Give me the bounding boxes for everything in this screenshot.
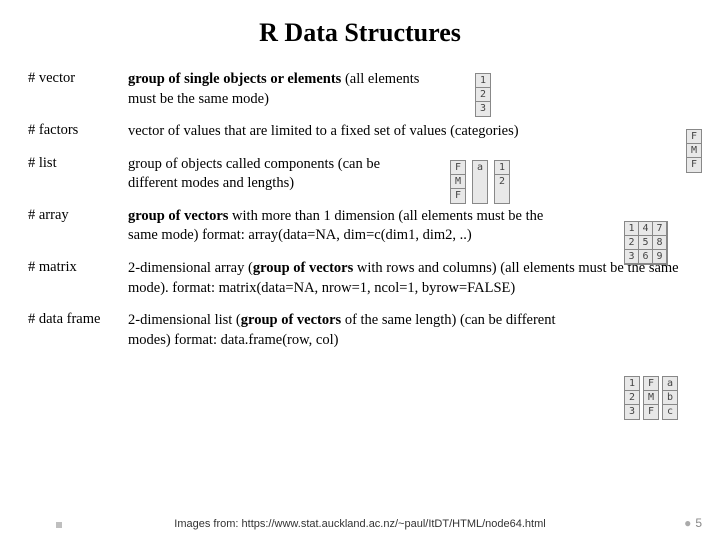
cell: 1 bbox=[476, 74, 490, 88]
row-matrix: # matrix 2-dimensional array (group of v… bbox=[28, 259, 692, 298]
desc-factors: vector of values that are limited to a f… bbox=[128, 122, 692, 142]
label-vector: # vector bbox=[28, 70, 128, 87]
diagram-array: 1 4 7 2 5 8 3 6 9 bbox=[624, 218, 668, 265]
row-vector: # vector group of single objects or elem… bbox=[28, 70, 692, 109]
vector-grid: 1 2 3 bbox=[475, 73, 491, 117]
row-dataframe: # data frame 2-dimensional list (group o… bbox=[28, 311, 692, 350]
cell: 2 bbox=[625, 236, 639, 250]
cell: c bbox=[663, 405, 677, 419]
row-factors: # factors vector of values that are limi… bbox=[28, 122, 692, 142]
diagram-list: F M F a 1 2 bbox=[450, 160, 510, 204]
desc-matrix: 2-dimensional array (group of vectors wi… bbox=[128, 259, 692, 298]
prefix-text: group of objects called components (can … bbox=[128, 156, 380, 192]
list-col2: a bbox=[472, 160, 488, 204]
label-array: # array bbox=[28, 207, 128, 224]
cell: b bbox=[663, 391, 677, 405]
cell: F bbox=[644, 377, 658, 391]
desc-list: group of objects called components (can … bbox=[128, 155, 408, 194]
row-list: # list group of objects called component… bbox=[28, 155, 692, 194]
row-array: # array group of vectors with more than … bbox=[28, 207, 692, 246]
list-col3: 1 2 bbox=[494, 160, 510, 204]
cell: 3 bbox=[625, 405, 639, 419]
prefix-text: 2-dimensional list ( bbox=[128, 312, 241, 328]
desc-dataframe: 2-dimensional list (group of vectors of … bbox=[128, 311, 568, 350]
page-title: R Data Structures bbox=[28, 18, 692, 48]
cell: F bbox=[687, 158, 701, 172]
cell: 8 bbox=[653, 236, 667, 250]
cell: F bbox=[687, 130, 701, 144]
cell: 1 bbox=[625, 377, 639, 391]
factor-grid: F M F bbox=[686, 129, 702, 173]
page-num-value: 5 bbox=[695, 516, 702, 530]
cell: 4 bbox=[639, 222, 653, 236]
prefix-text: 2-dimensional array ( bbox=[128, 260, 253, 276]
cell: F bbox=[644, 405, 658, 419]
df-col3: a b c bbox=[662, 376, 678, 420]
label-matrix: # matrix bbox=[28, 259, 128, 276]
label-factors: # factors bbox=[28, 122, 128, 139]
label-list: # list bbox=[28, 155, 128, 172]
bold-text: group of vectors bbox=[128, 208, 228, 224]
cell: 7 bbox=[653, 222, 667, 236]
df-col2: F M F bbox=[643, 376, 659, 420]
cell: 5 bbox=[639, 236, 653, 250]
dot-icon: ● bbox=[684, 516, 691, 530]
cell: M bbox=[451, 175, 465, 189]
desc-vector: group of single objects or elements (all… bbox=[128, 70, 428, 109]
cell: M bbox=[687, 144, 701, 158]
bold-text: group of single objects or elements bbox=[128, 71, 341, 87]
diagram-factors: F M F bbox=[686, 126, 702, 173]
cell: 6 bbox=[639, 250, 653, 264]
diagram-vector: 1 2 3 bbox=[475, 70, 491, 117]
cell: F bbox=[451, 161, 465, 175]
diagram-dataframe: 1 2 3 F M F a b c bbox=[624, 376, 678, 420]
desc-array: group of vectors with more than 1 dimens… bbox=[128, 207, 548, 246]
bold-text: group of vectors bbox=[241, 312, 341, 328]
cell: F bbox=[451, 189, 465, 203]
list-cols: F M F a 1 2 bbox=[450, 160, 510, 204]
slide: R Data Structures # vector group of sing… bbox=[0, 0, 720, 540]
cell: 9 bbox=[653, 250, 667, 264]
label-dataframe: # data frame bbox=[28, 311, 128, 328]
cell: 2 bbox=[495, 175, 509, 189]
cell: 2 bbox=[476, 88, 490, 102]
array-grid: 1 4 7 2 5 8 3 6 9 bbox=[624, 221, 668, 265]
cell: 3 bbox=[625, 250, 639, 264]
cell: 1 bbox=[495, 161, 509, 175]
cell: 3 bbox=[476, 102, 490, 116]
df-cols: 1 2 3 F M F a b c bbox=[624, 376, 678, 420]
list-col1: F M F bbox=[450, 160, 466, 204]
df-col1: 1 2 3 bbox=[624, 376, 640, 420]
prefix-text: vector of values that are limited to a f… bbox=[128, 123, 519, 139]
footer-citation: Images from: https://www.stat.auckland.a… bbox=[0, 518, 720, 530]
page-number: ●5 bbox=[684, 516, 702, 530]
cell: 2 bbox=[625, 391, 639, 405]
cell: a bbox=[663, 377, 677, 391]
content-rows: # vector group of single objects or elem… bbox=[28, 70, 692, 350]
cell: M bbox=[644, 391, 658, 405]
cell: 1 bbox=[625, 222, 639, 236]
bold-text: group of vectors bbox=[253, 260, 353, 276]
cell: a bbox=[473, 161, 487, 175]
